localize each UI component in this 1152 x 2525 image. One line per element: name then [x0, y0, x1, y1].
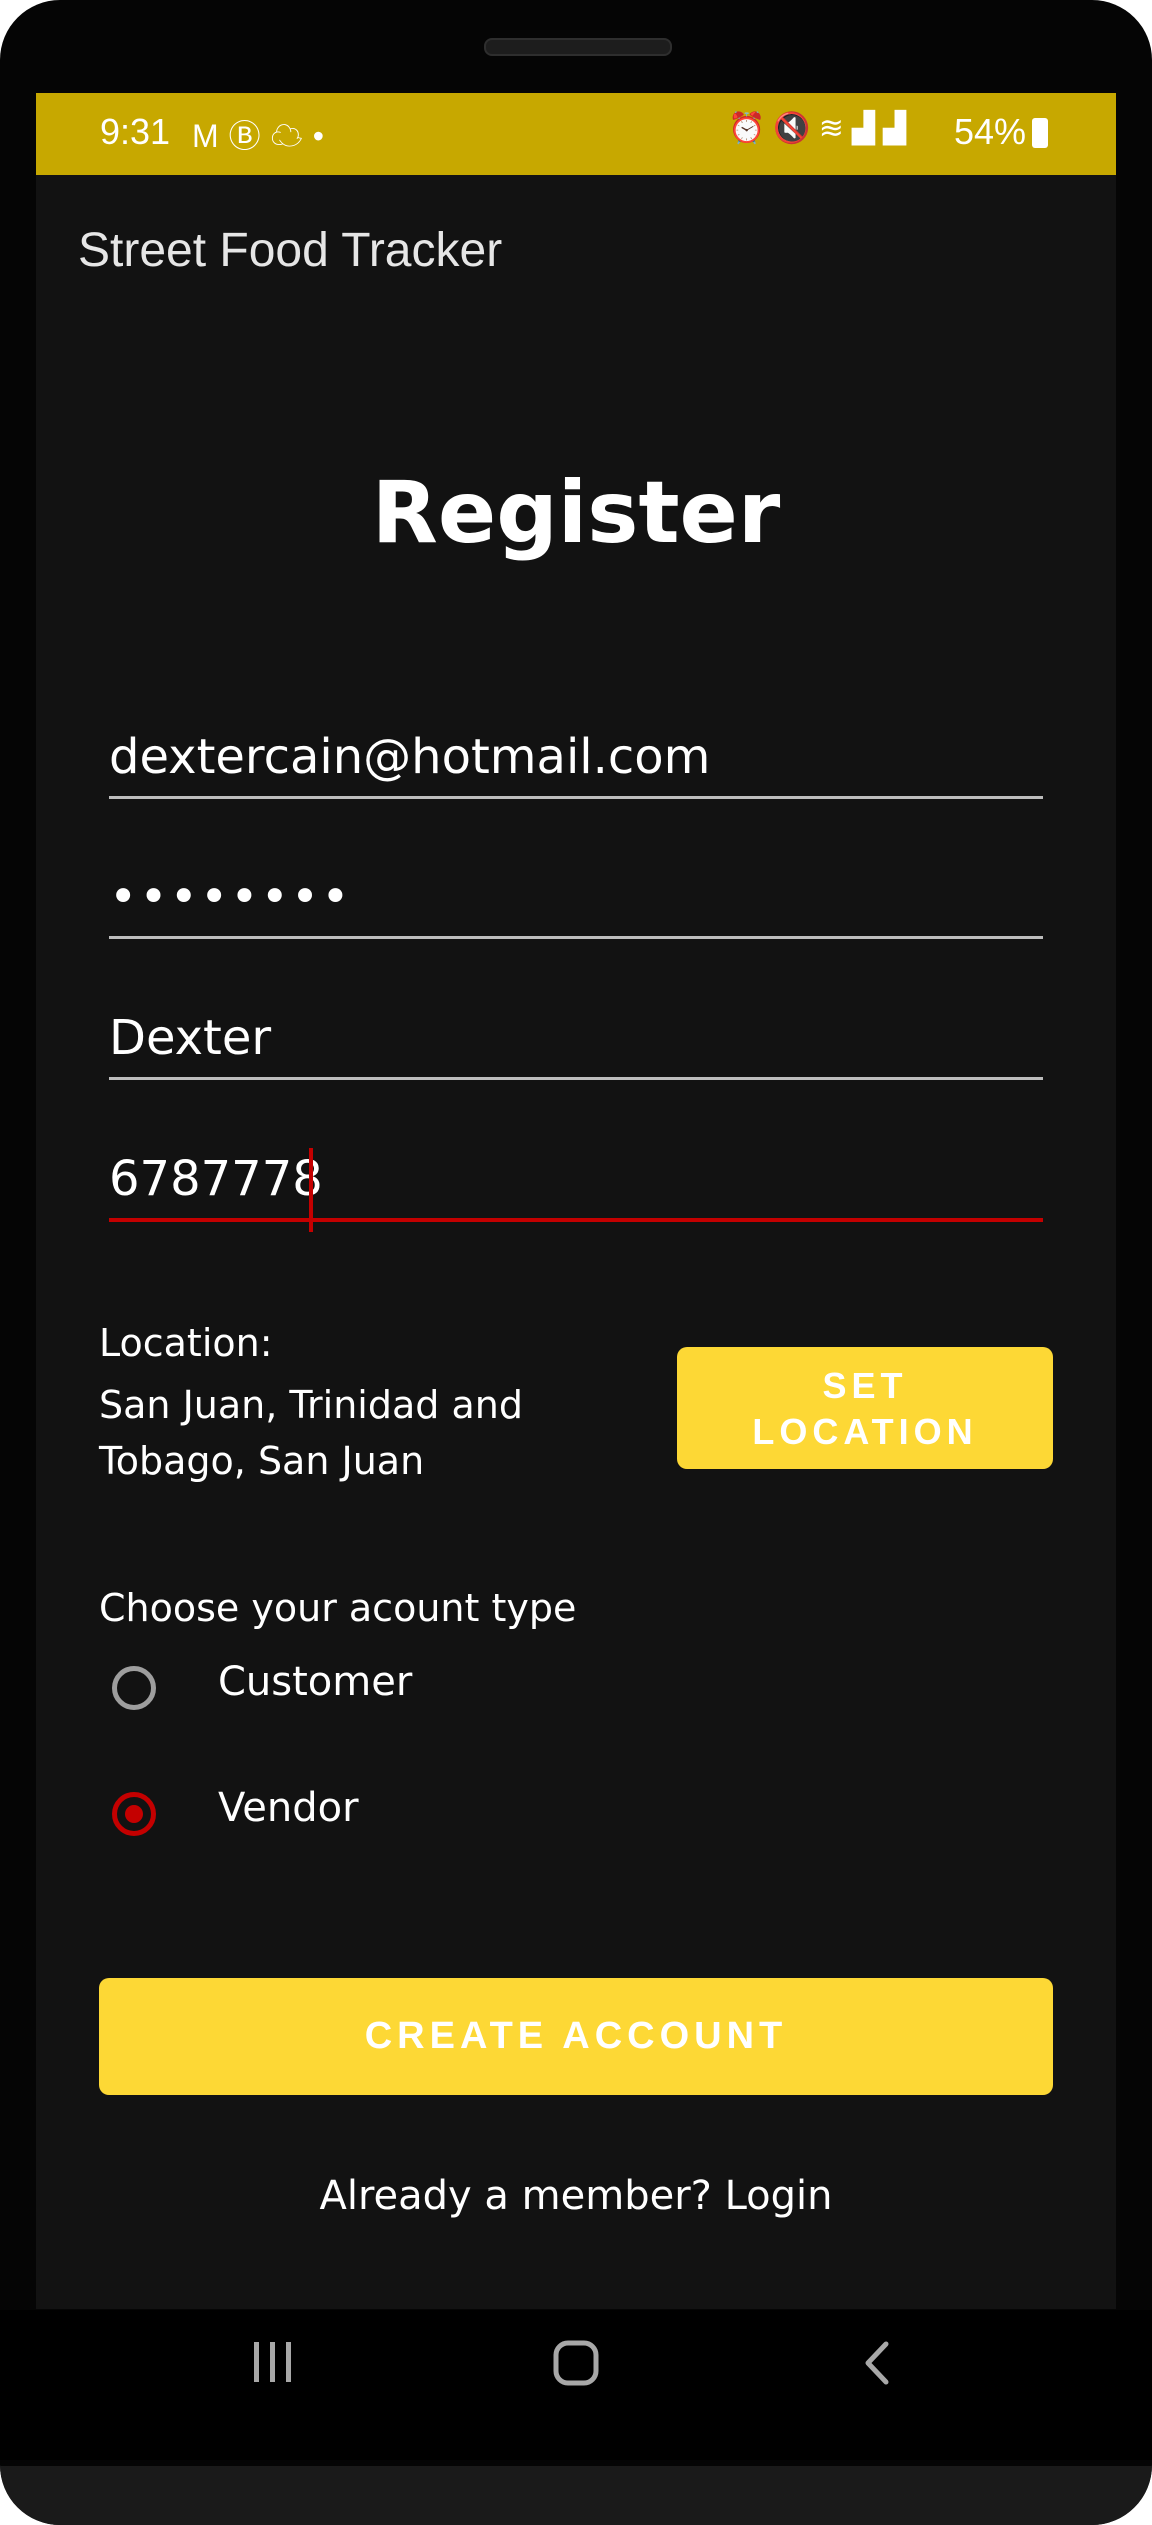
page-title: Register	[371, 463, 781, 563]
account-type-label: Choose your acount type	[99, 1586, 577, 1630]
recent-apps-icon	[254, 2342, 291, 2382]
password-field[interactable]: ••••••••	[109, 866, 1043, 939]
mute-icon: 🔇	[773, 112, 819, 145]
customer-label: Customer	[218, 1659, 413, 1705]
app-title: Street Food Tracker	[78, 224, 503, 277]
navigation-bar	[0, 2310, 1152, 2460]
battery-indicator: 54%	[954, 111, 1049, 153]
create-account-button[interactable]: CREATE ACCOUNT	[99, 1978, 1053, 2095]
phone-value: 6787778	[109, 1151, 323, 1207]
battery-icon	[1032, 118, 1049, 148]
back-icon	[865, 2341, 889, 2385]
email-field[interactable]: dextercain@hotmail.com	[109, 726, 1043, 799]
home-icon	[553, 2340, 599, 2386]
dot-icon: •	[312, 118, 334, 154]
vendor-radio[interactable]	[112, 1792, 156, 1836]
status-bar: 9:31 MⒷ☁• ⏰🔇≋▟▟ 54%	[36, 93, 1116, 175]
customer-option[interactable]: Customer	[112, 1659, 412, 1736]
screen: 9:31 MⒷ☁• ⏰🔇≋▟▟ 54% Street Food Tracker …	[36, 93, 1116, 2309]
login-link[interactable]: Already a member? Login	[36, 2173, 1116, 2219]
home-button[interactable]	[553, 2340, 599, 2390]
customer-radio[interactable]	[112, 1666, 156, 1710]
phone-frame: 9:31 MⒷ☁• ⏰🔇≋▟▟ 54% Street Food Tracker …	[0, 0, 1152, 2525]
email-value: dextercain@hotmail.com	[109, 729, 711, 785]
vendor-option[interactable]: Vendor	[112, 1785, 412, 1862]
signal-icon: ▟	[882, 112, 915, 145]
password-value: ••••••••	[109, 869, 352, 925]
set-location-button[interactable]: SET LOCATION	[677, 1347, 1053, 1469]
status-left-icons: MⒷ☁•	[192, 111, 334, 157]
b-badge-icon: Ⓑ	[228, 118, 271, 154]
recent-apps-button[interactable]	[252, 2340, 294, 2388]
vendor-label: Vendor	[218, 1785, 359, 1831]
battery-percent: 54%	[954, 111, 1027, 152]
name-field[interactable]: Dexter	[109, 1007, 1043, 1080]
speaker-grille	[484, 38, 672, 56]
bottom-bezel	[0, 2466, 1152, 2525]
text-caret	[309, 1148, 313, 1232]
wifi-icon: ≋	[818, 112, 852, 145]
location-value-line2: Tobago, San Juan	[99, 1439, 425, 1483]
location-label: Location:	[99, 1321, 273, 1365]
location-value-line1: San Juan, Trinidad and	[99, 1383, 523, 1427]
gmail-icon: M	[192, 118, 229, 154]
cloud-icon: ☁	[270, 118, 313, 154]
alarm-icon: ⏰	[728, 112, 774, 145]
signal-r-icon: ▟	[851, 112, 883, 145]
set-location-label-1: SET	[822, 1365, 908, 1406]
set-location-label-2: LOCATION	[752, 1411, 978, 1452]
phone-field[interactable]: 6787778	[109, 1148, 1043, 1232]
status-time: 9:31	[100, 111, 171, 152]
back-button[interactable]	[862, 2340, 892, 2390]
status-right-icons: ⏰🔇≋▟▟	[728, 111, 914, 146]
name-value: Dexter	[109, 1010, 272, 1066]
